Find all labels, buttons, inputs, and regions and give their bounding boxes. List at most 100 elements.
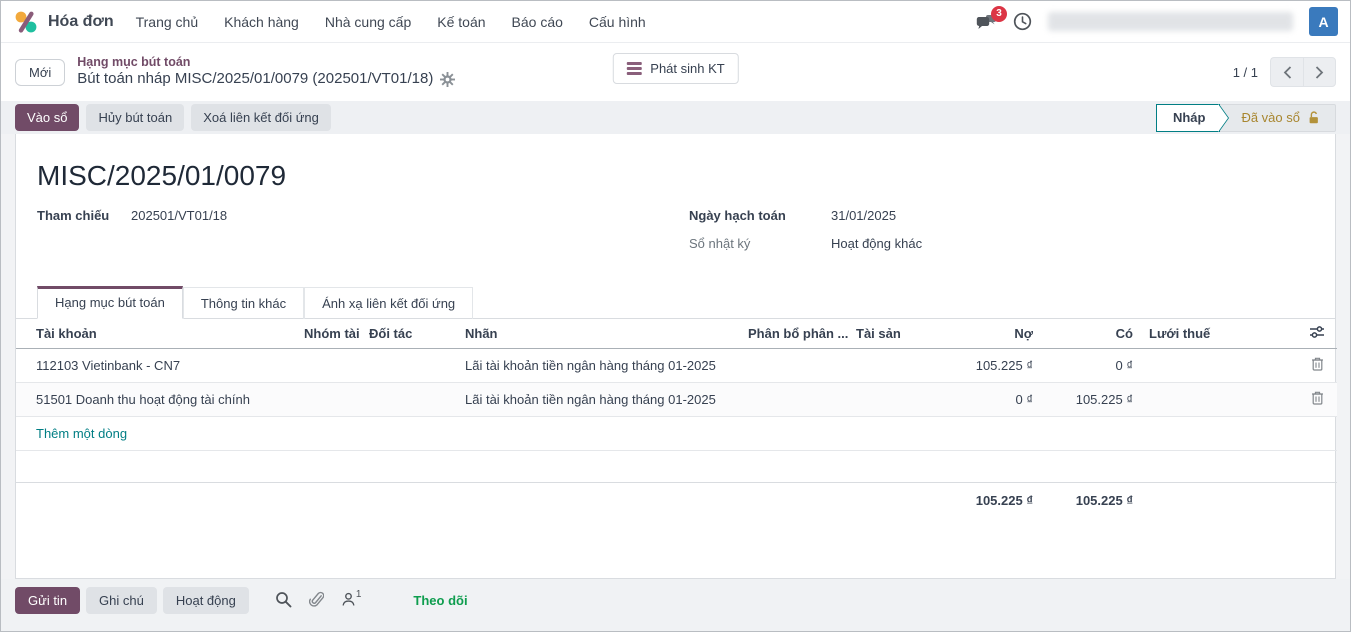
add-line-link[interactable]: Thêm một dòng [36,426,127,441]
cell-tax-grid[interactable] [1141,383,1297,417]
post-button[interactable]: Vào sổ [15,104,79,131]
breadcrumb-parent-link[interactable]: Hạng mục bút toán [77,55,455,71]
gear-icon[interactable] [440,72,455,87]
pager-next-button[interactable] [1303,57,1336,87]
unreconcile-button[interactable]: Xoá liên kết đối ứng [191,104,331,131]
messages-button[interactable]: 3 [976,13,997,31]
col-account[interactable]: Tài khoản [16,319,296,349]
delete-row-button[interactable] [1297,383,1337,417]
breadcrumb: Hạng mục bút toán Bút toán nháp MISC/202… [77,55,455,89]
unlock-icon [1307,111,1321,125]
state-posted[interactable]: Đã vào sổ [1219,105,1335,131]
journal-label: Sổ nhật ký [689,236,831,251]
col-partner[interactable]: Đối tác [361,319,457,349]
cell-tax-grid[interactable] [1141,349,1297,383]
delete-row-button[interactable] [1297,349,1337,383]
trash-icon [1311,391,1324,405]
cell-label[interactable]: Lãi tài khoản tiền ngân hàng tháng 01-20… [457,349,740,383]
menu-home[interactable]: Trang chủ [136,14,199,30]
reference-field[interactable]: 202501/VT01/18 [131,208,227,223]
tab-other-info[interactable]: Thông tin khác [183,287,304,319]
follower-person-icon [341,592,356,607]
reference-label: Tham chiếu [37,208,131,223]
totals-row: 105.225 ₫ 105.225 ₫ [16,482,1337,518]
entry-title[interactable]: MISC/2025/01/0079 [37,160,1335,192]
cell-credit[interactable]: 0 ₫ [1041,349,1141,383]
paperclip-icon [309,591,324,608]
trash-icon [1311,357,1324,371]
menu-reports[interactable]: Báo cáo [512,14,563,30]
cell-account[interactable]: 51501 Doanh thu hoạt động tài chính [16,383,296,417]
menu-customers[interactable]: Khách hàng [224,14,299,30]
col-asset[interactable]: Tài sản [848,319,943,349]
cell-partner[interactable] [361,349,457,383]
menu-accounting[interactable]: Kế toán [437,14,485,30]
cancel-entry-button[interactable]: Hủy bút toán [86,104,184,131]
cell-account-group[interactable] [296,349,361,383]
pager-value: 1 / 1 [1233,65,1258,80]
table-row[interactable]: 112103 Vietinbank - CN7 Lãi tài khoản ti… [16,349,1337,383]
odoo-window: Hóa đơn Trang chủ Khách hàng Nhà cung cấ… [0,0,1351,632]
status-action-bar: Vào sổ Hủy bút toán Xoá liên kết đối ứng… [1,101,1350,134]
cell-analytic[interactable] [740,349,848,383]
col-credit[interactable]: Có [1041,319,1141,349]
cell-account-group[interactable] [296,383,361,417]
chatter-bar: Gửi tin Ghi chú Hoạt động [1,579,1350,631]
form-sheet: MISC/2025/01/0079 Tham chiếu 202501/VT01… [15,134,1336,579]
message-count-badge: 3 [991,6,1007,22]
log-note-button[interactable]: Ghi chú [86,587,157,614]
cell-debit[interactable]: 0 ₫ [943,383,1041,417]
follower-count: 1 [356,589,362,600]
new-record-button[interactable]: Mới [15,59,65,86]
activities-button[interactable] [1013,12,1032,31]
sliders-icon [1309,325,1325,339]
col-debit[interactable]: Nợ [943,319,1041,349]
col-analytic[interactable]: Phân bổ phân ... [740,319,848,349]
optional-columns-button[interactable] [1297,319,1337,349]
send-message-button[interactable]: Gửi tin [15,587,80,614]
follow-button[interactable]: Theo dõi [413,593,467,608]
pager-previous-button[interactable] [1270,57,1303,87]
cell-analytic[interactable] [740,383,848,417]
total-credit: 105.225 ₫ [1041,483,1141,519]
col-label[interactable]: Nhãn [457,319,740,349]
user-avatar[interactable]: A [1309,7,1338,36]
col-account-group[interactable]: Nhóm tài ... [296,319,361,349]
menu-vendors[interactable]: Nhà cung cấp [325,14,411,30]
cell-partner[interactable] [361,383,457,417]
accounting-date-field[interactable]: 31/01/2025 [831,208,896,223]
odoo-percent-logo[interactable] [13,9,39,35]
attach-files-button[interactable] [309,591,324,608]
company-name-redacted[interactable] [1048,12,1293,31]
table-header-row: Tài khoản Nhóm tài ... Đối tác Nhãn Phân… [16,319,1337,349]
search-icon [275,591,292,608]
cell-debit[interactable]: 105.225 ₫ [943,349,1041,383]
control-panel: Mới Hạng mục bút toán Bút toán nháp MISC… [1,43,1350,101]
activities-schedule-button[interactable]: Hoạt động [163,587,249,614]
top-navbar: Hóa đơn Trang chủ Khách hàng Nhà cung cấ… [1,1,1350,43]
cell-account[interactable]: 112103 Vietinbank - CN7 [16,349,296,383]
totals-spacer [16,451,1335,482]
col-tax-grid[interactable]: Lưới thuế [1141,319,1297,349]
table-row[interactable]: 51501 Doanh thu hoạt động tài chính Lãi … [16,383,1337,417]
form-background: MISC/2025/01/0079 Tham chiếu 202501/VT01… [1,134,1350,631]
notebook-tabs: Hạng mục bút toán Thông tin khác Ánh xạ … [16,286,1335,319]
state-draft[interactable]: Nháp [1156,104,1221,132]
cell-asset[interactable] [848,383,943,417]
tab-reconcile-mapping[interactable]: Ánh xạ liên kết đối ứng [304,287,473,319]
menu-settings[interactable]: Cấu hình [589,14,646,30]
journal-field[interactable]: Hoạt động khác [831,236,922,251]
clock-icon [1013,12,1032,31]
cell-asset[interactable] [848,349,943,383]
cell-label[interactable]: Lãi tài khoản tiền ngân hàng tháng 01-20… [457,383,740,417]
total-debit: 105.225 ₫ [943,483,1041,519]
journal-items-stat-button[interactable]: Phát sinh KT [612,53,738,84]
journal-items-table: Tài khoản Nhóm tài ... Đối tác Nhãn Phân… [16,319,1337,451]
tab-journal-items[interactable]: Hạng mục bút toán [37,286,183,319]
followers-button[interactable]: 1 [341,592,362,607]
app-name[interactable]: Hóa đơn [48,13,114,31]
cell-credit[interactable]: 105.225 ₫ [1041,383,1141,417]
pager: 1 / 1 [1233,57,1336,87]
search-messages-button[interactable] [275,591,292,608]
add-line-row: Thêm một dòng [16,417,1337,451]
